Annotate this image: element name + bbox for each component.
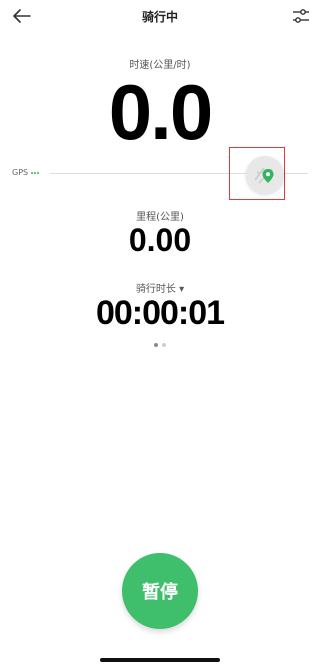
map-button[interactable] [246,156,284,194]
pause-button-label: 暂停 [142,582,178,603]
home-indicator [100,658,220,662]
gps-label: GPS [12,168,29,177]
distance-value: 0.00 [128,222,192,258]
page-indicator [0,343,320,347]
distance-label: 里程(公里) [136,212,184,223]
duration-value: 00:00:01 [95,294,225,332]
gps-indicator: GPS [12,168,40,177]
map-pin-icon [254,167,274,184]
duration-selector[interactable]: 骑行时长 ▾ [0,280,320,295]
pause-button[interactable]: 暂停 [122,553,198,629]
sliders-icon [293,9,309,23]
settings-button[interactable] [288,4,314,28]
gps-signal-icon [31,171,40,174]
page-dot [162,343,166,347]
page-title: 骑行中 [141,10,178,24]
page-dot [154,343,158,347]
speed-value: 0.0 [108,68,213,156]
